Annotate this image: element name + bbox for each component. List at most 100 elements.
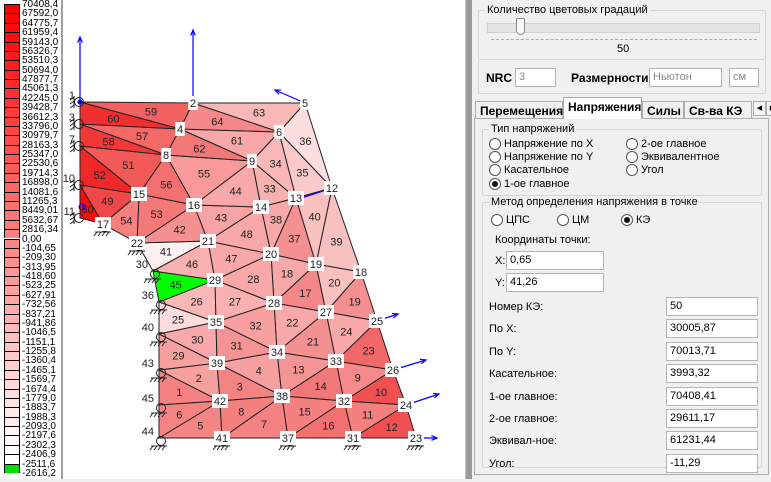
element-label: 58 <box>103 137 115 149</box>
tab-scroll-left-icon[interactable]: ◀ <box>753 101 766 116</box>
result-value-field[interactable]: -11,29 <box>666 453 758 473</box>
legend-swatch <box>4 463 20 473</box>
result-value-field[interactable]: 30005,87 <box>666 319 758 339</box>
radio-circle-icon <box>557 214 569 226</box>
radio-equivalent[interactable]: Эквивалентное <box>626 151 720 163</box>
node-label: 24 <box>400 400 412 412</box>
stresses-tab-content: Тип напряжений Напряжение по X Напряжени… <box>474 118 769 475</box>
element-label: 41 <box>160 247 172 259</box>
radio-angle[interactable]: Угол <box>626 164 664 176</box>
element-label: 44 <box>230 186 242 198</box>
node-label: 4 <box>177 124 183 136</box>
element-label: 31 <box>231 341 243 353</box>
legend-swatch <box>4 69 20 80</box>
radio-cps[interactable]: ЦПС <box>491 214 530 226</box>
result-value-field[interactable]: 29611,17 <box>666 409 758 428</box>
legend-swatch <box>4 247 20 258</box>
element-label: 3 <box>237 382 243 394</box>
radio-circle-icon <box>489 151 501 163</box>
node-label: 37 <box>282 433 294 445</box>
node-label: 34 <box>271 347 283 359</box>
result-value-field[interactable]: 61231,44 <box>666 431 758 451</box>
node-label: 23 <box>410 433 422 445</box>
tab-scroll-right-icon[interactable]: ▶ <box>766 101 771 116</box>
result-value-field[interactable]: 3993,32 <box>666 364 758 384</box>
radio-principal-2[interactable]: 2-ое главное <box>626 138 707 150</box>
length-unit-input[interactable]: см <box>729 68 759 87</box>
legend-swatch <box>4 266 20 276</box>
radio-circle-icon <box>626 151 638 163</box>
support-ground-icon <box>212 445 230 451</box>
element-label: 63 <box>253 108 265 120</box>
node-label: 43 <box>142 358 154 370</box>
node-label: 10 <box>63 173 75 185</box>
element-label: 29 <box>172 351 184 363</box>
radio-fe[interactable]: КЭ <box>621 214 650 226</box>
element-label: 56 <box>160 180 172 192</box>
fe-mesh[interactable]: 1234567891011121314151617181920212223242… <box>63 0 465 479</box>
result-label: По X: <box>489 323 517 336</box>
node-label: 40 <box>142 322 154 334</box>
result-value-field[interactable]: 70013,71 <box>666 341 758 361</box>
node-label: 22 <box>131 238 143 250</box>
x-coordinate-input[interactable]: 0,65 <box>506 251 604 270</box>
legend-swatch <box>4 41 20 51</box>
support-ground-icon <box>406 445 424 451</box>
node-label: 13 <box>290 193 302 205</box>
node-label: 8 <box>163 150 169 162</box>
tab-element-properties[interactable]: Св-ва КЭ <box>684 101 752 118</box>
panel-splitter[interactable] <box>465 0 472 479</box>
legend-swatch <box>4 4 20 14</box>
gradations-slider-thumb[interactable] <box>515 18 525 35</box>
radio-cm[interactable]: ЦМ <box>557 214 589 226</box>
radio-stress-y[interactable]: Напряжение по Y <box>489 151 593 163</box>
tab-forces[interactable]: Силы <box>642 101 684 118</box>
legend-swatch <box>4 454 20 464</box>
node-label: 44 <box>142 426 154 438</box>
legend-swatch <box>4 416 20 427</box>
element-label: 11 <box>362 410 373 422</box>
nrc-input[interactable]: 3 <box>515 68 556 87</box>
legend-swatch <box>4 88 20 98</box>
radio-circle-icon <box>489 164 501 176</box>
element-label: 30 <box>191 335 203 347</box>
legend-swatch <box>4 294 20 305</box>
tab-displacements[interactable]: Перемещения <box>475 101 563 118</box>
legend-swatch <box>4 210 20 220</box>
radio-shear[interactable]: Касательное <box>489 164 569 176</box>
element-label: 9 <box>355 372 361 384</box>
force-unit-input[interactable]: Ньютон <box>649 68 722 87</box>
result-label: 1-ое главное: <box>489 390 558 403</box>
node-label: 17 <box>97 219 109 231</box>
mesh-canvas[interactable]: 1 2 3 4 5 6 7 8 9 10 11 12 13 14 15 16 17 18 19 20 21 22 23 24 2… <box>63 0 465 479</box>
element-label: 42 <box>174 225 186 237</box>
element-label: 46 <box>186 259 198 271</box>
result-value-field[interactable]: 50 <box>666 297 758 316</box>
element-label: 25 <box>172 314 184 326</box>
element-label: 28 <box>247 274 259 286</box>
legend-swatch <box>4 144 20 155</box>
radio-label: 2-ое главное <box>641 138 707 150</box>
coords-label: Координаты точки: <box>495 234 591 246</box>
radio-stress-x[interactable]: Напряжение по X <box>489 138 593 150</box>
radio-circle-icon <box>489 138 501 150</box>
gradations-slider-track[interactable] <box>487 23 760 33</box>
y-coordinate-input[interactable]: 41,26 <box>506 273 604 292</box>
tab-stresses[interactable]: Напряжения <box>563 97 642 119</box>
element-label: 21 <box>307 337 319 349</box>
support-ground-icon <box>149 445 167 451</box>
node-label: 14 <box>255 202 267 214</box>
radio-label: Угол <box>641 164 664 176</box>
radio-principal-1[interactable]: 1-ое главное <box>489 178 570 190</box>
result-value-field[interactable]: 70408,41 <box>666 386 758 406</box>
result-label: 2-ое главное: <box>489 413 558 425</box>
legend-swatch <box>4 219 20 230</box>
legend-swatch <box>4 257 20 267</box>
legend-swatch <box>4 304 20 314</box>
element-label: 16 <box>322 421 334 433</box>
legend-swatch <box>4 407 20 417</box>
radio-circle-icon <box>491 214 503 226</box>
color-legend: 70408,4 67592,0 64775,7 61959,4 59143,0 56326… <box>0 0 63 479</box>
element-label: 36 <box>299 136 311 148</box>
legend-swatch <box>4 388 20 398</box>
